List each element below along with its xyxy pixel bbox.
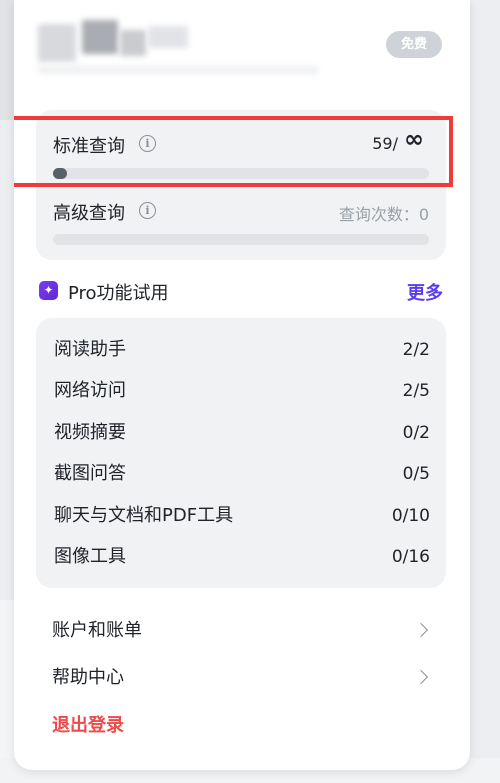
blurred-name bbox=[82, 20, 118, 54]
blurred-avatar bbox=[38, 24, 76, 62]
advanced-query-progress bbox=[53, 234, 429, 245]
chevron-right-icon bbox=[413, 669, 429, 685]
help-center-label: 帮助中心 bbox=[52, 667, 124, 688]
chevron-right-icon bbox=[413, 622, 429, 638]
blurred-name bbox=[120, 30, 146, 56]
feature-label: 聊天与文档和PDF工具 bbox=[54, 505, 234, 526]
more-link[interactable]: 更多 bbox=[407, 279, 443, 305]
pro-sparkle-icon: ✦ bbox=[39, 281, 58, 300]
pro-features-card: 阅读助手 2/2 网络访问 2/5 视频摘要 0/2 截图问答 0/5 聊天与文… bbox=[36, 318, 446, 588]
blurred-email bbox=[38, 66, 318, 74]
account-panel: 免费 标准查询 i 59/ ∞ 高级查询 i 查询次数：0 ✦ Pro功能试用 … bbox=[14, 0, 470, 770]
user-profile-blurred bbox=[32, 10, 332, 80]
feature-row: 截图问答 0/5 bbox=[36, 460, 446, 488]
feature-row: 聊天与文档和PDF工具 0/10 bbox=[36, 502, 446, 530]
feature-label: 网络访问 bbox=[54, 380, 126, 401]
advanced-query-count: 查询次数：0 bbox=[338, 205, 429, 224]
feature-usage: 0/10 bbox=[391, 506, 430, 526]
pro-trial-title: Pro功能试用 bbox=[68, 283, 169, 304]
feature-usage: 0/2 bbox=[402, 423, 430, 443]
feature-usage: 2/2 bbox=[402, 340, 430, 360]
feature-row: 网络访问 2/5 bbox=[36, 377, 446, 405]
account-billing-label: 账户和账单 bbox=[52, 620, 142, 641]
feature-label: 阅读助手 bbox=[54, 339, 126, 360]
feature-row: 视频摘要 0/2 bbox=[36, 419, 446, 447]
feature-label: 截图问答 bbox=[54, 463, 126, 484]
feature-usage: 0/16 bbox=[391, 547, 430, 567]
plan-badge: 免费 bbox=[386, 31, 442, 58]
account-billing-item[interactable]: 账户和账单 bbox=[52, 616, 429, 646]
highlight-annotation bbox=[14, 116, 453, 187]
help-center-item[interactable]: 帮助中心 bbox=[52, 663, 429, 693]
feature-row: 图像工具 0/16 bbox=[36, 543, 446, 571]
blurred-name bbox=[148, 26, 188, 48]
info-icon[interactable]: i bbox=[139, 202, 156, 219]
feature-label: 视频摘要 bbox=[54, 422, 126, 443]
advanced-query-label: 高级查询 bbox=[53, 203, 125, 224]
feature-usage: 2/5 bbox=[402, 381, 430, 401]
logout-button[interactable]: 退出登录 bbox=[52, 711, 124, 741]
feature-label: 图像工具 bbox=[54, 546, 126, 567]
feature-row: 阅读助手 2/2 bbox=[36, 336, 446, 364]
feature-usage: 0/5 bbox=[402, 464, 430, 484]
